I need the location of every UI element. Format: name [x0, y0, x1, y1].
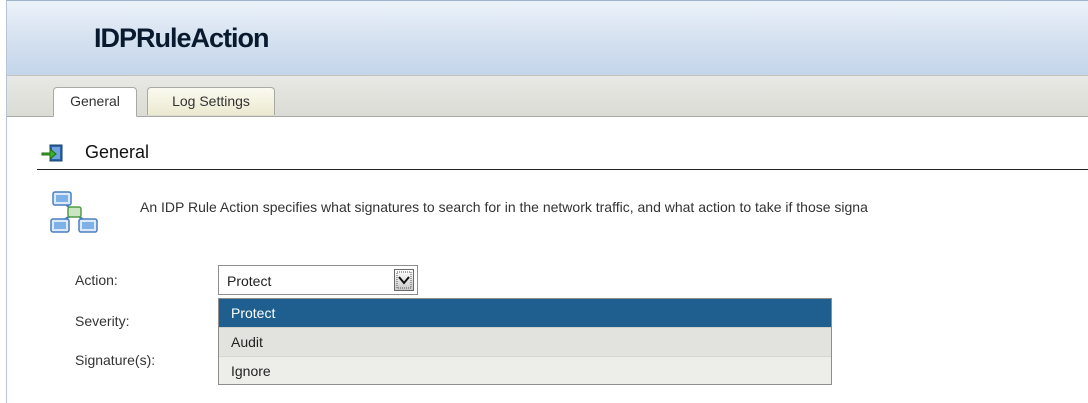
option-protect[interactable]: Protect — [219, 299, 831, 327]
chevron-down-icon — [396, 271, 412, 289]
severity-label: Severity: — [75, 313, 130, 329]
arrow-right-icon — [41, 144, 63, 162]
option-audit[interactable]: Audit — [219, 327, 831, 355]
action-select-value: Protect — [227, 273, 272, 289]
tab-log-settings[interactable]: Log Settings — [147, 87, 275, 115]
signatures-label: Signature(s): — [75, 352, 156, 368]
page-header: IDPRuleAction — [7, 0, 1088, 76]
option-ignore[interactable]: Ignore — [219, 356, 831, 384]
tab-general[interactable]: General — [53, 87, 137, 117]
section-description: An IDP Rule Action specifies what signat… — [140, 199, 868, 215]
window-frame: IDPRuleAction General Log Settings Gener… — [6, 0, 1088, 403]
action-label: Action: — [75, 272, 118, 288]
dropdown-button[interactable] — [394, 269, 414, 291]
network-icon — [50, 191, 98, 233]
tab-bar: General Log Settings — [7, 75, 1088, 117]
action-dropdown-list: Protect Audit Ignore — [218, 298, 832, 385]
section-header: General — [37, 139, 1088, 170]
page-title: IDPRuleAction — [94, 23, 270, 53]
action-select[interactable]: Protect — [218, 265, 418, 295]
section-title: General — [85, 142, 150, 162]
